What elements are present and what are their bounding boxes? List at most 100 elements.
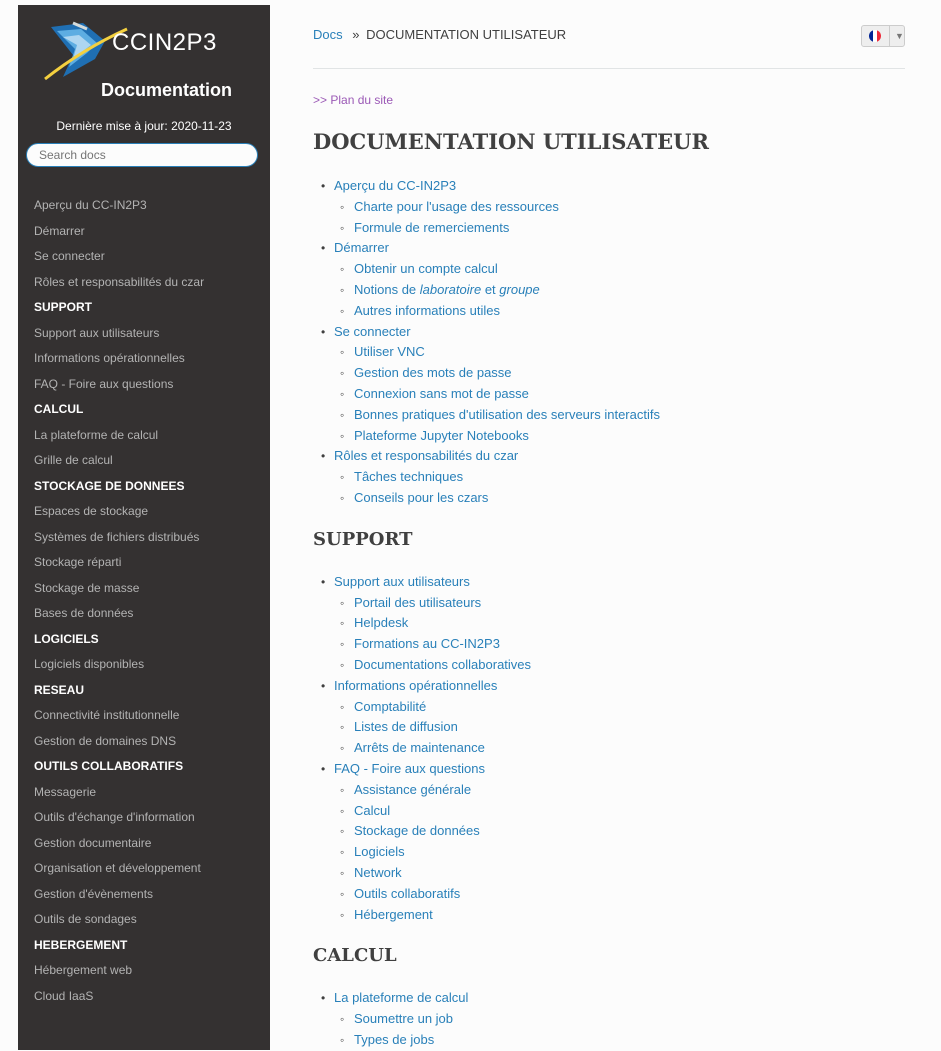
toc-item: Aperçu du CC-IN2P3 Charte pour l'usage de…: [313, 176, 905, 238]
sidebar-item[interactable]: Bases de données: [18, 601, 270, 627]
toc-sublink[interactable]: Soumettre un job: [354, 1011, 453, 1026]
toc-subitem: Documentations collaboratives: [334, 655, 905, 676]
sidebar-item[interactable]: FAQ - Foire aux questions: [18, 372, 270, 398]
toc-sublist: Tâches techniques Conseils pour les czars: [334, 467, 905, 509]
toc-link[interactable]: FAQ - Foire aux questions: [334, 761, 485, 776]
flag-stripe: [877, 30, 881, 42]
toc-sublink[interactable]: Arrêts de maintenance: [354, 740, 485, 755]
toc-subitem: Notions de laboratoire et groupe: [334, 280, 905, 301]
toc-sublink[interactable]: Types de jobs: [354, 1032, 434, 1047]
toc-sublink[interactable]: Calcul: [354, 803, 390, 818]
sidebar-item[interactable]: Messagerie: [18, 780, 270, 806]
toc-sublink[interactable]: Listes de diffusion: [354, 719, 458, 734]
sitemap-link[interactable]: >> Plan du site: [313, 93, 905, 107]
toc-sublink[interactable]: Notions de laboratoire et groupe: [354, 282, 540, 297]
sidebar-item[interactable]: Support aux utilisateurs: [18, 321, 270, 347]
toc-subitem: Helpdesk: [334, 613, 905, 634]
brand[interactable]: CCIN2P3 Documentation: [18, 5, 270, 113]
toc-sublink[interactable]: Stockage de données: [354, 823, 480, 838]
language-selector[interactable]: ▼: [861, 25, 905, 47]
toc-subitem: Portail des utilisateurs: [334, 593, 905, 614]
toc-link[interactable]: Démarrer: [334, 240, 389, 255]
toc-subitem: Logiciels: [334, 842, 905, 863]
sidebar-item[interactable]: Stockage de masse: [18, 576, 270, 602]
toc-sublink-part: Notions de: [354, 281, 420, 297]
sidebar-item[interactable]: Informations opérationnelles: [18, 346, 270, 372]
toc-subitem: Hébergement: [334, 905, 905, 926]
sidebar-item[interactable]: Systèmes de fichiers distribués: [18, 525, 270, 551]
toc-subitem: Types de jobs: [334, 1030, 905, 1051]
toc-sublink[interactable]: Portail des utilisateurs: [354, 595, 481, 610]
toc-sublist: Assistance générale Calcul Stockage de don…: [334, 780, 905, 926]
toc-sublink[interactable]: Bonnes pratiques d'utilisation des serve…: [354, 407, 660, 422]
sidebar-item[interactable]: Espaces de stockage: [18, 499, 270, 525]
toc-subitem: Outils collaboratifs: [334, 884, 905, 905]
sidebar-caption: CALCUL: [34, 402, 84, 416]
toc-item: Rôles et responsabilités du czar Tâches t…: [313, 446, 905, 508]
sidebar-item[interactable]: Hébergement web: [18, 958, 270, 984]
toc-sublist: Soumettre un job Types de jobs: [334, 1009, 905, 1051]
toc-subitem: Network: [334, 863, 905, 884]
sidebar-item[interactable]: Rôles et responsabilités du czar: [18, 270, 270, 296]
toc-link[interactable]: Informations opérationnelles: [334, 678, 497, 693]
toc-sublink[interactable]: Utiliser VNC: [354, 344, 425, 359]
toc-link[interactable]: Support aux utilisateurs: [334, 574, 470, 589]
sidebar-item[interactable]: Gestion d'évènements: [18, 882, 270, 908]
toc-subitem: Arrêts de maintenance: [334, 738, 905, 759]
toc-sublink[interactable]: Formations au CC-IN2P3: [354, 636, 500, 651]
toc-link[interactable]: Se connecter: [334, 324, 411, 339]
sidebar-item[interactable]: Démarrer: [18, 219, 270, 245]
caret-down-icon: ▼: [895, 31, 904, 41]
sidebar-item[interactable]: Gestion documentaire: [18, 831, 270, 857]
toc-sublink[interactable]: Tâches techniques: [354, 469, 463, 484]
toc-sublink[interactable]: Autres informations utiles: [354, 303, 500, 318]
sidebar-item[interactable]: Outils de sondages: [18, 907, 270, 933]
sidebar-item[interactable]: Grille de calcul: [18, 448, 270, 474]
toc-sublink[interactable]: Documentations collaboratives: [354, 657, 531, 672]
breadcrumb-home-link[interactable]: Docs: [313, 27, 343, 42]
sidebar-item[interactable]: Connectivité institutionnelle: [18, 703, 270, 729]
toc-sublink[interactable]: Assistance générale: [354, 782, 471, 797]
toc-subitem: Soumettre un job: [334, 1009, 905, 1030]
toc-subitem: Bonnes pratiques d'utilisation des serve…: [334, 405, 905, 426]
sidebar-item[interactable]: Stockage réparti: [18, 550, 270, 576]
toc-sublink[interactable]: Helpdesk: [354, 615, 408, 630]
toc-subitem: Plateforme Jupyter Notebooks: [334, 426, 905, 447]
toc-link[interactable]: Aperçu du CC-IN2P3: [334, 178, 456, 193]
toc-item: FAQ - Foire aux questions Assistance géné…: [313, 759, 905, 925]
toc-subitem: Formule de remerciements: [334, 218, 905, 239]
toc-list: Support aux utilisateurs Portail des util…: [313, 572, 905, 926]
toc-sublink[interactable]: Obtenir un compte calcul: [354, 261, 498, 276]
toc-sublink[interactable]: Formule de remerciements: [354, 220, 509, 235]
toc-sublink[interactable]: Outils collaboratifs: [354, 886, 460, 901]
toc-sublink[interactable]: Hébergement: [354, 907, 433, 922]
toc-item: Informations opérationnelles Comptabilité…: [313, 676, 905, 759]
sidebar-item[interactable]: Gestion de domaines DNS: [18, 729, 270, 755]
sidebar-item[interactable]: Aperçu du CC-IN2P3: [18, 193, 270, 219]
toc-sublink[interactable]: Comptabilité: [354, 699, 426, 714]
toc-sublink[interactable]: Charte pour l'usage des ressources: [354, 199, 559, 214]
toc-subitem: Obtenir un compte calcul: [334, 259, 905, 280]
main-content: Docs » DOCUMENTATION UTILISATEUR ▼ >> Pl…: [313, 0, 905, 1051]
language-divider: [889, 26, 890, 46]
breadcrumb-current: DOCUMENTATION UTILISATEUR: [366, 27, 567, 42]
toc-sublink[interactable]: Conseils pour les czars: [354, 490, 488, 505]
sidebar-item[interactable]: La plateforme de calcul: [18, 423, 270, 449]
sidebar-item[interactable]: Outils d'échange d'information: [18, 805, 270, 831]
toc-item: Support aux utilisateurs Portail des util…: [313, 572, 905, 676]
last-update: Dernière mise à jour: 2020-11-23: [56, 119, 232, 133]
sidebar-item[interactable]: Logiciels disponibles: [18, 652, 270, 678]
toc-sublink[interactable]: Connexion sans mot de passe: [354, 386, 529, 401]
toc-subitem: Conseils pour les czars: [334, 488, 905, 509]
toc-sublink[interactable]: Gestion des mots de passe: [354, 365, 512, 380]
toc-link[interactable]: Rôles et responsabilités du czar: [334, 448, 518, 463]
sidebar-caption: LOGICIELS: [34, 631, 99, 646]
sidebar-item[interactable]: Se connecter: [18, 244, 270, 270]
toc-sublink[interactable]: Plateforme Jupyter Notebooks: [354, 428, 529, 443]
sidebar-item[interactable]: Cloud IaaS: [18, 984, 270, 1010]
sidebar-item[interactable]: Organisation et développement: [18, 856, 270, 882]
toc-link[interactable]: La plateforme de calcul: [334, 990, 468, 1005]
toc-sublink[interactable]: Network: [354, 865, 402, 880]
search-input[interactable]: [26, 143, 258, 167]
toc-sublink[interactable]: Logiciels: [354, 844, 405, 859]
